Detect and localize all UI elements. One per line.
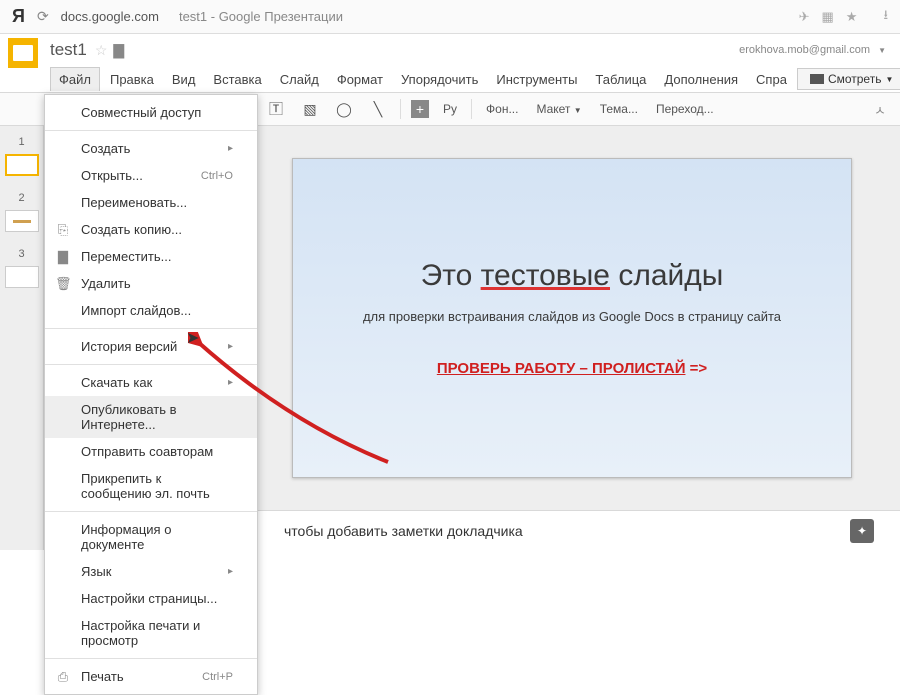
separator xyxy=(471,99,472,119)
file-menu-dropdown: Совместный доступ Создать▸ Открыть...Ctr… xyxy=(44,94,258,695)
trash-icon: 🗑 xyxy=(55,276,71,292)
folder-icon: ▇ xyxy=(55,249,71,265)
browser-bar: Я ⟳ docs.google.com test1 - Google Презе… xyxy=(0,0,900,34)
menu-docinfo[interactable]: Информация о документе xyxy=(45,516,257,558)
menu-share[interactable]: Совместный доступ xyxy=(45,99,257,126)
menu-delete[interactable]: 🗑Удалить xyxy=(45,270,257,297)
menu-open[interactable]: Открыть...Ctrl+O xyxy=(45,162,257,189)
present-icon xyxy=(810,74,824,84)
folder-icon[interactable]: ▇ xyxy=(113,42,124,59)
menu-insert[interactable]: Вставка xyxy=(205,68,269,91)
slide-thumb-3[interactable] xyxy=(5,266,39,288)
bookmark-box-icon[interactable]: ▦ xyxy=(821,9,833,25)
slide-cta: ПРОВЕРЬ РАБОТУ – ПРОЛИСТАЙ => xyxy=(437,360,707,377)
shape-icon[interactable]: ◯ xyxy=(332,97,356,121)
reload-icon[interactable]: ⟳ xyxy=(37,8,49,25)
menu-print[interactable]: ⎙ПечатьCtrl+P xyxy=(45,663,257,690)
menu-move[interactable]: ▇Переместить... xyxy=(45,243,257,270)
menu-rename[interactable]: Переименовать... xyxy=(45,189,257,216)
menu-pagesetup[interactable]: Настройки страницы... xyxy=(45,585,257,612)
slide-title: Это тестовые слайды xyxy=(421,259,724,293)
slide-panel: 1 2 3 xyxy=(0,126,44,550)
download-icon[interactable]: ⭳ xyxy=(883,6,888,28)
menu-makecopy[interactable]: ⎘Создать копию... xyxy=(45,216,257,243)
copy-icon: ⎘ xyxy=(55,222,71,238)
separator xyxy=(45,511,257,512)
browser-actions: ✈ ▦ ★ ⭳ xyxy=(799,6,888,28)
separator xyxy=(400,99,401,119)
star-icon[interactable]: ★ xyxy=(846,9,858,25)
menu-attach-email[interactable]: Прикрепить к сообщению эл. почть xyxy=(45,465,257,507)
doc-header: test1 ☆ ▇ erokhova.mob@gmail.com ▼ xyxy=(0,34,900,66)
chevron-right-icon: ▸ xyxy=(228,341,233,352)
menu-send-coauthors[interactable]: Отправить соавторам xyxy=(45,438,257,465)
tool-lang[interactable]: Ру xyxy=(439,102,461,116)
chevron-right-icon: ▸ xyxy=(228,143,233,154)
separator xyxy=(45,364,257,365)
menu-edit[interactable]: Правка xyxy=(102,68,162,91)
menu-import[interactable]: Импорт слайдов... xyxy=(45,297,257,324)
menu-arrange[interactable]: Упорядочить xyxy=(393,68,486,91)
line-icon[interactable]: ╲ xyxy=(366,97,390,121)
page-title-browser: test1 - Google Презентации xyxy=(179,9,343,24)
document-title[interactable]: test1 xyxy=(50,40,87,60)
print-icon: ⎙ xyxy=(55,669,71,685)
menu-history[interactable]: История версий▸ xyxy=(45,333,257,360)
menu-printsetup[interactable]: Настройка печати и просмотр xyxy=(45,612,257,654)
browser-logo[interactable]: Я xyxy=(12,6,25,27)
menu-help[interactable]: Спра xyxy=(748,68,795,91)
chevron-down-icon: ▼ xyxy=(885,75,893,84)
slide-number: 2 xyxy=(0,188,43,208)
slide-canvas[interactable]: Это тестовые слайды для проверки встраив… xyxy=(292,158,852,478)
slide-number: 1 xyxy=(0,132,43,152)
menu-download[interactable]: Скачать как▸ xyxy=(45,369,257,396)
slide-thumb-1[interactable] xyxy=(5,154,39,176)
star-doc-icon[interactable]: ☆ xyxy=(95,42,108,59)
collapse-toolbar-icon[interactable]: ㅅ xyxy=(874,100,886,119)
menu-tools[interactable]: Инструменты xyxy=(488,68,585,91)
menu-create[interactable]: Создать▸ xyxy=(45,135,257,162)
menubar: Файл Правка Вид Вставка Слайд Формат Упо… xyxy=(0,66,900,92)
slide-subtitle: для проверки встраивания слайдов из Goog… xyxy=(363,309,781,324)
send-icon[interactable]: ✈ xyxy=(799,9,810,25)
tool-background[interactable]: Фон... xyxy=(482,102,522,116)
url-host: docs.google.com xyxy=(61,9,159,24)
tool-theme[interactable]: Тема... xyxy=(596,102,642,116)
slide-thumb-2[interactable] xyxy=(5,210,39,232)
present-button[interactable]: Смотреть ▼ xyxy=(797,68,900,90)
user-email[interactable]: erokhova.mob@gmail.com xyxy=(739,44,870,56)
chevron-right-icon: ▸ xyxy=(228,377,233,388)
separator xyxy=(45,328,257,329)
chevron-down-icon[interactable]: ▼ xyxy=(878,46,886,55)
menu-file[interactable]: Файл xyxy=(50,67,100,91)
tool-transition[interactable]: Переход... xyxy=(652,102,718,116)
textbox-icon[interactable]: 🅃 xyxy=(264,97,288,121)
image-icon[interactable]: ▧ xyxy=(298,97,322,121)
gear-icon[interactable]: ✦ xyxy=(850,519,874,543)
menu-publish-web[interactable]: Опубликовать в Интернете... xyxy=(45,396,257,438)
menu-addons[interactable]: Дополнения xyxy=(656,68,746,91)
slide-number: 3 xyxy=(0,244,43,264)
menu-view[interactable]: Вид xyxy=(164,68,204,91)
menu-table[interactable]: Таблица xyxy=(587,68,654,91)
menu-format[interactable]: Формат xyxy=(329,68,391,91)
slides-app-logo[interactable] xyxy=(8,38,38,68)
tool-layout[interactable]: Макет ▼ xyxy=(532,102,585,116)
menu-slide[interactable]: Слайд xyxy=(272,68,327,91)
add-slide-icon[interactable]: + xyxy=(411,100,429,118)
separator xyxy=(45,658,257,659)
menu-language[interactable]: Язык▸ xyxy=(45,558,257,585)
chevron-right-icon: ▸ xyxy=(228,566,233,577)
separator xyxy=(45,130,257,131)
